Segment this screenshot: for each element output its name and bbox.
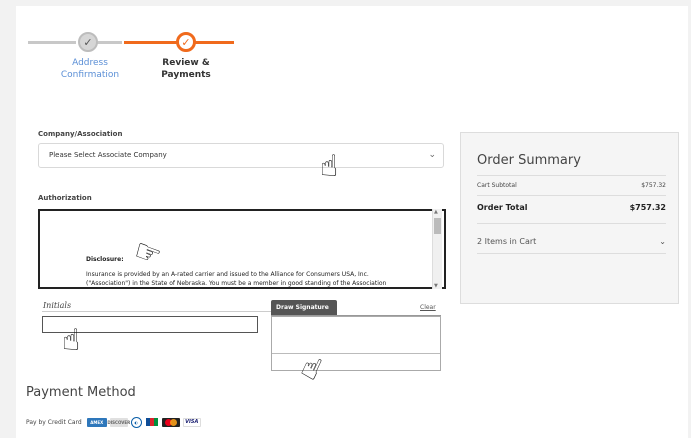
- initials-label: Initials: [43, 301, 72, 310]
- step-review-label: Review & Payments: [161, 58, 211, 80]
- order-total-value: $757.32: [629, 203, 666, 212]
- initials-divider: [42, 311, 288, 312]
- step-address-label[interactable]: Address Confirmation: [50, 57, 130, 81]
- checkout-page: ✓ ✓ Address Confirmation Review & Paymen…: [16, 6, 688, 438]
- cart-subtotal-value: $757.32: [641, 182, 666, 189]
- company-select[interactable]: Please Select Associate Company ⌄: [38, 143, 444, 168]
- payment-option-credit-card[interactable]: Pay by Credit Card AMEX DISCOVER ◐ VISA: [26, 416, 201, 428]
- step-address-label-line1[interactable]: Address: [50, 57, 130, 69]
- amex-card-icon: AMEX: [86, 417, 107, 427]
- visa-card-icon: VISA: [182, 417, 201, 427]
- chevron-down-icon[interactable]: ⌄: [659, 237, 666, 246]
- diners-card-icon: ◐: [130, 416, 142, 428]
- discover-card-icon: DISCOVER: [107, 417, 131, 427]
- order-summary-panel: Order Summary Cart Subtotal $757.32 Orde…: [460, 132, 679, 304]
- signature-baseline: [272, 353, 440, 354]
- step-address-check-icon[interactable]: ✓: [78, 32, 98, 52]
- step-review-check-icon: ✓: [176, 32, 196, 52]
- summary-divider-4: [477, 253, 666, 254]
- summary-divider-1: [477, 175, 666, 176]
- draw-signature-tab[interactable]: Draw Signature: [271, 300, 337, 315]
- cart-subtotal-label: Cart Subtotal: [477, 182, 517, 189]
- company-select-value: Please Select Associate Company: [49, 151, 167, 159]
- stepper-line-mid: [94, 41, 122, 44]
- disclosure-line-1: Insurance is provided by an A-rated carr…: [86, 271, 369, 278]
- jcb-card-icon: [144, 417, 159, 427]
- authorization-scrollbar[interactable]: ▲ ▼: [432, 209, 442, 289]
- hand-pointer-icon: ☝: [320, 149, 339, 184]
- payment-method-title: Payment Method: [26, 385, 136, 400]
- order-summary-title: Order Summary: [477, 153, 581, 168]
- summary-divider-3: [477, 223, 666, 224]
- summary-divider-2: [477, 195, 666, 196]
- cart-items-toggle[interactable]: 2 Items in Cart ⌄: [477, 237, 666, 246]
- mastercard-card-icon: [161, 417, 180, 427]
- hand-tap-icon: ☝: [62, 323, 81, 358]
- cart-subtotal-row: Cart Subtotal $757.32: [477, 182, 666, 189]
- order-total-row: Order Total $757.32: [477, 203, 666, 212]
- clear-signature-link[interactable]: Clear: [420, 304, 436, 311]
- stepper-line-left: [28, 41, 76, 44]
- authorization-document[interactable]: Disclosure: Insurance is provided by an …: [38, 209, 446, 289]
- checkout-stepper: ✓ ✓ Address Confirmation Review & Paymen…: [28, 28, 238, 88]
- signature-pad[interactable]: [271, 316, 441, 371]
- scroll-down-icon[interactable]: ▼: [434, 283, 438, 289]
- pay-by-credit-card-label[interactable]: Pay by Credit Card: [26, 419, 82, 426]
- chevron-down-icon: ⌄: [428, 150, 436, 160]
- authorization-label: Authorization: [38, 194, 92, 202]
- disclosure-line-2: ("Association") in the State of Nebraska…: [86, 280, 387, 287]
- order-total-label: Order Total: [477, 203, 528, 212]
- cart-items-label[interactable]: 2 Items in Cart: [477, 237, 536, 246]
- scrollbar-thumb[interactable]: [434, 218, 441, 234]
- step-address-label-line2[interactable]: Confirmation: [50, 69, 130, 81]
- scroll-up-icon[interactable]: ▲: [434, 209, 438, 215]
- company-label: Company/Association: [38, 130, 123, 138]
